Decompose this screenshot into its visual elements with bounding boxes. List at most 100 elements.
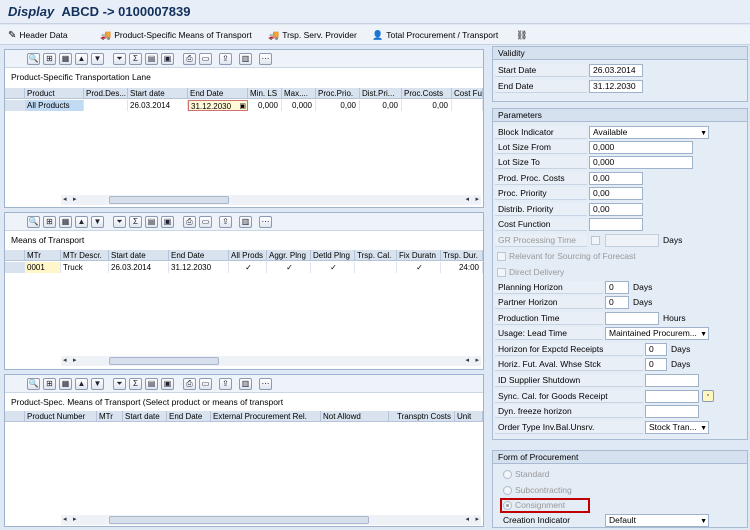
layout-select-icon[interactable]: ▥ [239,378,252,390]
scroll-right-end-icon[interactable]: ▸ [475,515,479,525]
creation-indicator-select[interactable]: Default ▼ [605,514,709,527]
col-end-date[interactable]: End Date [167,411,211,422]
scroll-right-icon[interactable]: ▸ [73,356,77,366]
export-icon[interactable]: ⇪ [219,216,232,228]
col-mtr-descr[interactable]: MTr Descr. [61,250,109,261]
sum-icon[interactable]: Σ [129,53,142,65]
scroll-left-end-icon[interactable]: ◂ [465,195,469,205]
ps-means-button[interactable]: 🚚 Product-Specific Means of Transport [100,28,252,42]
sum-icon[interactable]: Σ [129,378,142,390]
sort-asc-icon[interactable]: ▲ [75,378,88,390]
sum-icon[interactable]: Σ [129,216,142,228]
cell-mtr[interactable]: 0001 [25,262,61,273]
cell-proc-costs[interactable]: 0,00 [402,100,452,111]
cell-min-ls[interactable]: 0,000 [248,100,282,111]
lot-size-to-field[interactable]: 0,000 [589,156,693,169]
calendar-icon[interactable]: ▣ [239,101,246,110]
cell-start-date[interactable]: 26.03.2014 [128,100,188,111]
col-aggr-plng[interactable]: Aggr. Plng [267,250,311,261]
cell-proc-prio[interactable]: 0,00 [316,100,360,111]
col-start-date[interactable]: Start date [109,250,169,261]
scroll-right-end-icon[interactable]: ▸ [475,356,479,366]
sort-desc-icon[interactable]: ▼ [91,216,104,228]
select-all-cell[interactable] [5,88,25,99]
dyn-freeze-field[interactable] [645,405,699,418]
horizon-receipts-field[interactable]: 0 [645,343,667,356]
trsp-serv-button[interactable]: 🚚 Trsp. Serv. Provider [268,28,357,42]
cell-trsp-cal[interactable] [355,262,397,273]
header-data-button[interactable]: ✎ Header Data [8,28,68,42]
distrib-priority-field[interactable]: 0,00 [589,203,643,216]
find-icon[interactable]: ▦ [59,216,72,228]
table-row[interactable]: 0001 Truck 26.03.2014 31.12.2030 ✓ ✓ ✓ ✓… [5,262,483,273]
details-icon[interactable]: 🔍 [27,378,40,390]
print-icon[interactable]: ⎙ [183,216,196,228]
usage-lead-time-select[interactable]: Maintained Procurem... ▼ [605,327,709,340]
layout-icon[interactable]: ▣ [161,53,174,65]
scroll-left-end-icon[interactable]: ◂ [465,515,469,525]
subcontracting-radio[interactable] [503,486,512,495]
col-dist-prio[interactable]: Dist.Pri... [360,88,402,99]
more-icon[interactable]: ⋯ [259,53,272,65]
gr-processing-time-field[interactable] [605,234,659,247]
cell-max-ls[interactable]: 0,000 [282,100,316,111]
cell-trsp-dur[interactable]: 24:00 [441,262,483,273]
layout-icon[interactable]: ▣ [161,378,174,390]
select-all-cell[interactable] [5,411,25,422]
col-product[interactable]: Product [25,88,84,99]
scroll-left-icon[interactable]: ◂ [63,356,67,366]
row-selector[interactable] [5,100,25,111]
prod-proc-costs-field[interactable]: 0,00 [589,172,643,185]
col-unit[interactable]: Unit [455,411,483,422]
filter-icon[interactable]: ⏷ [113,216,126,228]
cell-end-date[interactable]: 31.12.2030 [169,262,229,273]
col-all-prods[interactable]: All Prods [229,250,267,261]
col-trsp-cal[interactable]: Trsp. Cal. [355,250,397,261]
col-mtr[interactable]: MTr [25,250,61,261]
col-min-ls[interactable]: Min. LS [248,88,282,99]
print-icon[interactable]: ⎙ [183,378,196,390]
scroll-thumb[interactable] [109,516,369,524]
proc-priority-field[interactable]: 0,00 [589,187,643,200]
sort-desc-icon[interactable]: ▼ [91,378,104,390]
cell-start-date[interactable]: 26.03.2014 [109,262,169,273]
find-icon[interactable]: ▦ [59,378,72,390]
start-date-field[interactable]: 26.03.2014 [589,64,643,77]
production-time-field[interactable] [605,312,659,325]
cell-fix-duratn-checkbox[interactable]: ✓ [397,262,441,273]
col-prod-descr[interactable]: Prod.Des... [84,88,128,99]
select-all-icon[interactable]: ⊞ [43,378,56,390]
col-proc-prio[interactable]: Proc.Prio. [316,88,360,99]
details-icon[interactable]: 🔍 [27,216,40,228]
col-ext-proc-rel[interactable]: External Procurement Rel. [211,411,321,422]
cell-prod-descr[interactable] [84,100,128,111]
subtotal-icon[interactable]: ▤ [145,378,158,390]
scroll-right-icon[interactable]: ▸ [73,515,77,525]
direct-delivery-checkbox[interactable] [497,268,506,277]
sort-desc-icon[interactable]: ▼ [91,53,104,65]
print-icon[interactable]: ⎙ [183,53,196,65]
views-icon[interactable]: ▭ [199,53,212,65]
col-transptn-costs[interactable]: Transptn Costs [389,411,455,422]
col-not-allowd[interactable]: Not Allowd [321,411,389,422]
partner-horizon-field[interactable]: 0 [605,296,629,309]
filter-icon[interactable]: ⏷ [113,53,126,65]
sort-asc-icon[interactable]: ▲ [75,216,88,228]
order-type-select[interactable]: Stock Tran... ▼ [645,421,709,434]
filter-icon[interactable]: ⏷ [113,378,126,390]
means-grid-hscroll[interactable]: ◂ ▸ ◂ ▸ [61,356,481,366]
more-icon[interactable]: ⋯ [259,378,272,390]
cell-dist-prio[interactable]: 0,00 [360,100,402,111]
subtotal-icon[interactable]: ▤ [145,216,158,228]
scroll-left-end-icon[interactable]: ◂ [465,356,469,366]
sort-asc-icon[interactable]: ▲ [75,53,88,65]
value-help-icon[interactable]: ▫ [702,390,714,402]
standard-radio[interactable] [503,470,512,479]
col-start-date[interactable]: Start date [123,411,167,422]
select-all-icon[interactable]: ⊞ [43,216,56,228]
row-selector[interactable] [5,262,25,273]
col-trsp-dur[interactable]: Trsp. Dur. [441,250,483,261]
planning-horizon-field[interactable]: 0 [605,281,629,294]
lane-grid-hscroll[interactable]: ◂ ▸ ◂ ▸ [61,195,481,205]
scroll-right-end-icon[interactable]: ▸ [475,195,479,205]
